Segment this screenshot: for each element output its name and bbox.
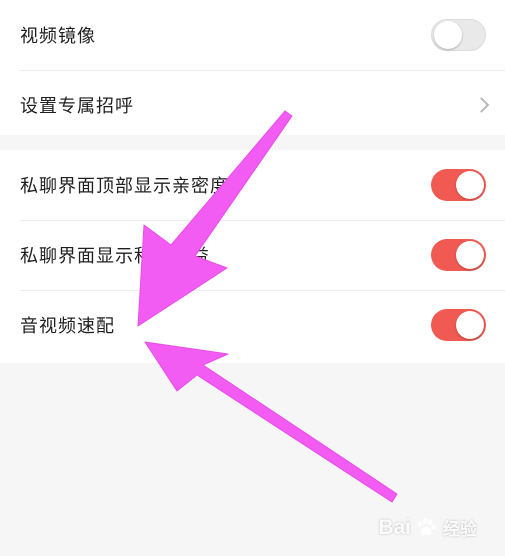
settings-row-custom-greeting[interactable]: 设置专属招呼 xyxy=(0,70,505,140)
av-match-toggle[interactable] xyxy=(431,309,486,341)
settings-row-intimacy[interactable]: 私聊界面顶部显示亲密度 xyxy=(0,150,505,220)
settings-row-label: 私聊界面顶部显示亲密度 xyxy=(20,176,229,197)
toggle-knob xyxy=(456,311,484,339)
chevron-right-icon xyxy=(473,97,490,113)
toggle-knob xyxy=(456,171,484,199)
video-mirror-toggle[interactable] xyxy=(431,19,486,51)
baidu-jingyan-watermark: Bai 经验 xyxy=(378,515,477,540)
settings-row-video-mirror[interactable]: 视频镜像 xyxy=(0,0,505,70)
points-income-toggle[interactable] xyxy=(431,239,486,271)
toggle-knob xyxy=(456,241,484,269)
settings-section-video: 视频镜像 设置专属招呼 xyxy=(0,0,505,135)
watermark-brand-suffix: 经验 xyxy=(443,520,477,539)
settings-row-points-income[interactable]: 私聊界面显示积分收益 xyxy=(0,220,505,290)
settings-row-label: 私聊界面显示积分收益 xyxy=(20,246,210,267)
settings-row-label: 视频镜像 xyxy=(20,26,96,47)
toggle-knob xyxy=(434,21,462,49)
paw-icon xyxy=(415,517,437,539)
intimacy-toggle[interactable] xyxy=(431,169,486,201)
arrow-annotation-lower xyxy=(144,341,398,503)
settings-row-av-match[interactable]: 音视频速配 xyxy=(0,290,505,360)
watermark-brand-prefix: Bai xyxy=(378,515,411,539)
settings-row-label: 音视频速配 xyxy=(20,316,115,337)
settings-section-chat: 私聊界面顶部显示亲密度 私聊界面显示积分收益 音视频速配 xyxy=(0,150,505,363)
settings-row-label: 设置专属招呼 xyxy=(20,96,134,117)
